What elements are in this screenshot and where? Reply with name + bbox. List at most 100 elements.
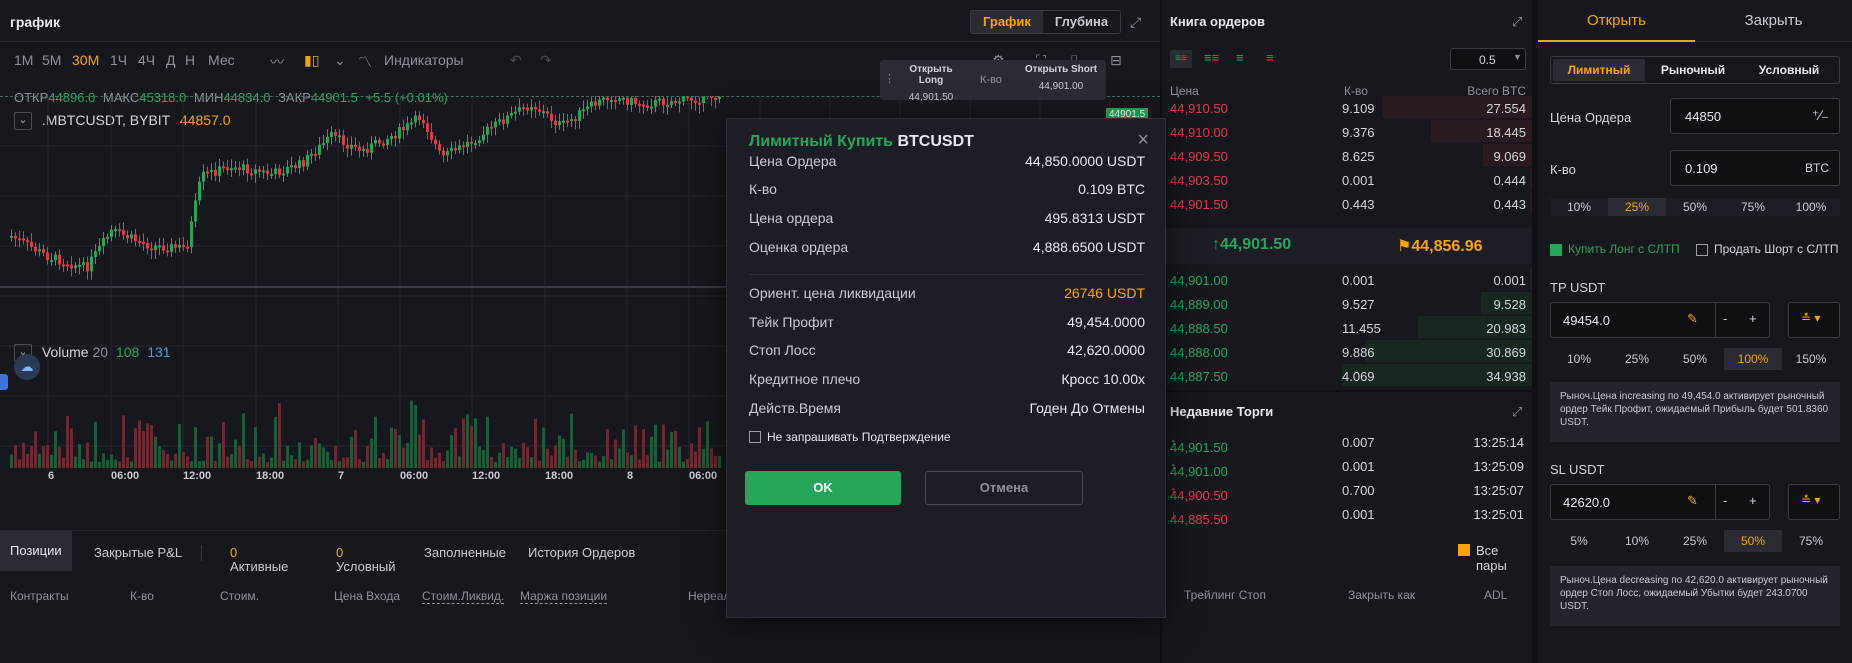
volume-bar <box>150 425 153 468</box>
tf-d[interactable]: Д <box>166 52 175 68</box>
tab-chart[interactable]: График <box>971 11 1043 33</box>
tradingview-logo-icon[interactable]: ☁ <box>14 354 40 380</box>
tf-30m[interactable]: 30М <box>72 52 99 68</box>
tab-open[interactable]: Открыть <box>1538 0 1695 42</box>
candle <box>510 113 513 116</box>
orderbook-ask-row[interactable]: 44,903.50 0.001 0.444 <box>1162 168 1532 192</box>
expand-icon[interactable]: ⤢ <box>1130 14 1141 31</box>
orderbook-bid-row[interactable]: 44,887.50 4.069 34.938 <box>1162 364 1532 388</box>
tab-depth[interactable]: Глубина <box>1043 11 1120 33</box>
candle <box>714 97 717 100</box>
edit-icon[interactable]: ✎ <box>1687 311 1698 327</box>
modal-row: Цена ордера 495.8313 USDT <box>749 210 1145 226</box>
precision-select[interactable]: 0.5 ▼ <box>1450 48 1526 70</box>
tp-minus-button[interactable]: - <box>1723 311 1727 326</box>
candle <box>394 135 397 139</box>
tf-1m[interactable]: 1М <box>14 52 33 68</box>
close-icon[interactable]: × <box>1137 129 1149 152</box>
book-asks-icon[interactable]: ≡≡ <box>1204 50 1219 65</box>
tab-closed-pnl[interactable]: Закрытые P&L <box>94 545 182 560</box>
tf-w[interactable]: Н <box>185 52 195 68</box>
chevron-down-icon[interactable]: ⌄ <box>334 52 346 69</box>
candle <box>278 168 281 176</box>
volume-bar <box>318 443 321 468</box>
all-pairs-checkbox[interactable] <box>1458 544 1470 556</box>
expand-icon[interactable]: ⤢ <box>1512 14 1522 30</box>
tp-input[interactable]: 49454.0 ✎ - + <box>1550 302 1770 338</box>
volume-bar <box>602 456 605 468</box>
volume-bar <box>706 421 709 468</box>
book-bids-icon[interactable]: ≡ <box>1236 50 1244 65</box>
tab-market[interactable]: Рыночный <box>1647 59 1739 81</box>
volume-bar <box>498 452 501 468</box>
spread-bar: ↑44,901.50 ⚑44,856.96 <box>1162 228 1532 264</box>
open-long-button[interactable]: Открыть Long 44,901.50 <box>896 64 966 103</box>
cancel-button[interactable]: Отмена <box>925 471 1083 505</box>
orderbook-bid-row[interactable]: 44,888.00 9.886 30.869 <box>1162 340 1532 364</box>
tf-month[interactable]: Мес <box>208 52 235 68</box>
redo-icon[interactable]: ↷ <box>540 52 552 69</box>
orderbook-bid-row[interactable]: 44,889.00 9.527 9.528 <box>1162 292 1532 316</box>
qty-input[interactable]: 0.109 BTC <box>1670 150 1840 186</box>
tp-trigger-select[interactable]: ≛ ▾ <box>1788 302 1840 338</box>
sl-input[interactable]: 42620.0 ✎ - + <box>1550 484 1770 520</box>
sell-short-checkbox[interactable] <box>1696 244 1708 256</box>
tab-limit[interactable]: Лимитный <box>1553 59 1645 81</box>
volume-bar <box>390 427 393 468</box>
candle <box>658 98 661 101</box>
tf-1h[interactable]: 1Ч <box>110 52 127 68</box>
candle <box>594 101 597 106</box>
volume-bar <box>674 430 677 468</box>
orderbook-ask-row[interactable]: 44,901.50 0.443 0.443 <box>1162 192 1532 216</box>
undo-icon[interactable]: ↶ <box>510 52 522 69</box>
side-handle[interactable] <box>0 374 8 390</box>
candles-icon[interactable]: ▮▯ <box>304 52 319 69</box>
candle <box>438 144 441 151</box>
expand-icon[interactable]: ⤢ <box>1512 404 1522 420</box>
candle <box>70 264 73 269</box>
candle <box>230 168 233 171</box>
open-short-button[interactable]: Открыть Short 44,901.00 <box>1020 64 1102 92</box>
drag-handle-icon[interactable]: ⋮ <box>884 72 895 85</box>
tab-order-history[interactable]: История Ордеров <box>528 545 635 560</box>
tab-filled[interactable]: Заполненные <box>424 545 506 560</box>
alert-icon[interactable]: ⊟ <box>1110 52 1122 69</box>
orderbook-bid-row[interactable]: 44,888.50 11.455 20.983 <box>1162 316 1532 340</box>
orderbook-ask-row[interactable]: 44,910.00 9.376 18.445 <box>1162 120 1532 144</box>
tab-active[interactable]: Активные 0 <box>230 545 288 574</box>
candle <box>558 121 561 126</box>
book-sells-icon[interactable]: ≡ <box>1266 50 1274 65</box>
candle <box>562 120 565 123</box>
book-both-icon[interactable]: ≡≡ <box>1170 50 1192 68</box>
percent-toggle-icon[interactable]: ⁺∕₋ <box>1812 107 1829 124</box>
sl-trigger-select[interactable]: ≛ ▾ <box>1788 484 1840 520</box>
indicators-button[interactable]: Индикаторы <box>384 52 464 68</box>
tab-positions[interactable]: Позиции <box>0 531 72 571</box>
sl-plus-button[interactable]: + <box>1749 493 1757 508</box>
edit-icon[interactable]: ✎ <box>1687 493 1698 509</box>
volume-bar <box>182 451 185 468</box>
orderbook-bid-row[interactable]: 44,901.00 0.001 0.001 <box>1162 268 1532 292</box>
dont-ask-checkbox[interactable] <box>749 431 761 443</box>
sl-minus-button[interactable]: - <box>1723 493 1727 508</box>
ok-button[interactable]: OK <box>745 471 901 505</box>
volume-bar <box>74 456 77 468</box>
line-chart-icon[interactable]: 〰 <box>270 52 284 72</box>
order-price-input[interactable]: 44850 ⁺∕₋ <box>1670 98 1840 134</box>
tf-5m[interactable]: 5М <box>42 52 61 68</box>
tp-plus-button[interactable]: + <box>1749 311 1757 326</box>
volume-bar <box>38 453 41 468</box>
candle <box>534 107 537 110</box>
volume-bar <box>402 447 405 468</box>
orderbook-ask-row[interactable]: 44,910.50 9.109 27.554 <box>1162 96 1532 120</box>
tab-conditional[interactable]: Условный 0 <box>336 545 396 574</box>
volume-bar <box>302 461 305 468</box>
orderbook-ask-row[interactable]: 44,909.50 8.625 9.069 <box>1162 144 1532 168</box>
tab-close[interactable]: Закрыть <box>1695 0 1852 42</box>
candle <box>74 265 77 269</box>
buy-long-checkbox[interactable] <box>1550 244 1562 256</box>
volume-bar <box>550 455 553 468</box>
tf-4h[interactable]: 4Ч <box>138 52 155 68</box>
tab-conditional-order[interactable]: Условный <box>1743 59 1835 81</box>
candle <box>118 229 121 232</box>
